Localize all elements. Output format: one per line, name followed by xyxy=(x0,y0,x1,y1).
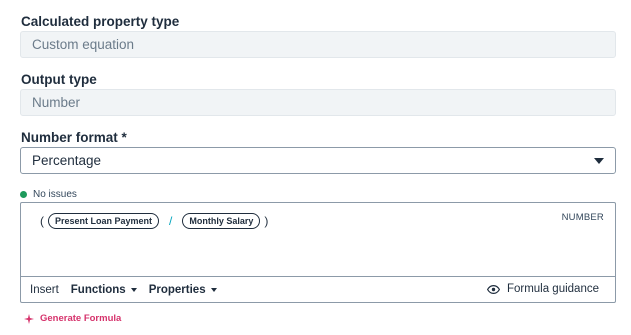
open-paren: ( xyxy=(40,214,44,228)
property-type-value: Custom equation xyxy=(32,37,135,52)
formula-expression: ( Present Loan Payment / Monthly Salary … xyxy=(36,213,272,229)
caret-down-icon xyxy=(130,288,137,292)
properties-label: Properties xyxy=(148,284,206,296)
functions-label: Functions xyxy=(70,284,126,296)
eye-icon xyxy=(486,284,500,294)
divide-operator: / xyxy=(169,214,173,228)
number-format-label: Number format * xyxy=(21,130,127,145)
output-type-value: Number xyxy=(32,95,81,110)
property-type-label: Calculated property type xyxy=(21,14,180,29)
properties-dropdown[interactable]: Properties xyxy=(149,284,217,296)
property-type-field: Custom equation xyxy=(20,31,616,58)
formula-editor[interactable]: ( Present Loan Payment / Monthly Salary … xyxy=(20,202,616,303)
close-paren: ) xyxy=(264,214,269,228)
status-text: No issues xyxy=(33,189,77,200)
validation-status: No issues xyxy=(20,189,77,200)
formula-toolbar: Insert Functions Properties Formula guid… xyxy=(21,276,615,303)
caret-down-icon xyxy=(210,288,217,292)
number-format-value: Percentage xyxy=(32,153,102,168)
status-dot-icon xyxy=(20,191,27,198)
functions-dropdown[interactable]: Functions xyxy=(71,284,137,296)
generate-formula-label: Generate Formula xyxy=(40,313,122,324)
formula-guidance-label: Formula guidance xyxy=(506,283,599,295)
formula-input-area[interactable]: ( Present Loan Payment / Monthly Salary … xyxy=(21,203,615,276)
formula-guidance-button[interactable]: Formula guidance xyxy=(486,283,599,295)
generate-formula-button[interactable]: Generate Formula xyxy=(24,313,121,324)
output-type-field: Number xyxy=(20,89,616,116)
property-token-monthly-salary[interactable]: Monthly Salary xyxy=(182,213,261,229)
chevron-down-icon xyxy=(594,158,604,164)
sparkle-icon xyxy=(24,313,34,324)
insert-label: Insert xyxy=(30,284,59,296)
output-type-label: Output type xyxy=(21,72,97,87)
result-type-tag: NUMBER xyxy=(561,212,604,223)
property-token-present-loan-payment[interactable]: Present Loan Payment xyxy=(48,213,160,229)
number-format-select[interactable]: Percentage xyxy=(20,147,616,174)
